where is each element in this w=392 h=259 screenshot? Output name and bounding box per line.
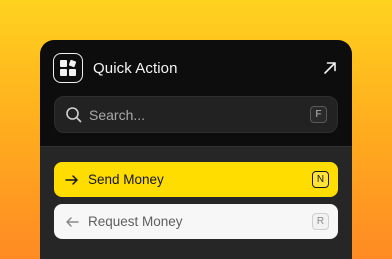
search-box[interactable]: F: [54, 96, 338, 133]
panel-header: Quick Action: [40, 40, 352, 96]
panel-title: Quick Action: [93, 60, 178, 77]
search-icon: [65, 106, 83, 124]
arrow-right-icon: [64, 172, 80, 188]
request-money-action[interactable]: Request Money R: [54, 204, 338, 239]
arrow-left-icon: [64, 214, 80, 230]
quick-action-panel: Quick Action F Send Money N: [40, 40, 352, 259]
action-shortcut-key: N: [312, 171, 329, 188]
search-input[interactable]: [89, 97, 289, 132]
arrow-up-right-icon[interactable]: [320, 58, 340, 78]
action-label: Request Money: [88, 214, 183, 229]
action-list: Send Money N Request Money R: [40, 146, 352, 259]
action-label: Send Money: [88, 172, 164, 187]
search-shortcut-key: F: [310, 106, 327, 123]
send-money-action[interactable]: Send Money N: [54, 162, 338, 197]
action-shortcut-key: R: [312, 213, 329, 230]
app-grid-icon: [53, 53, 83, 83]
